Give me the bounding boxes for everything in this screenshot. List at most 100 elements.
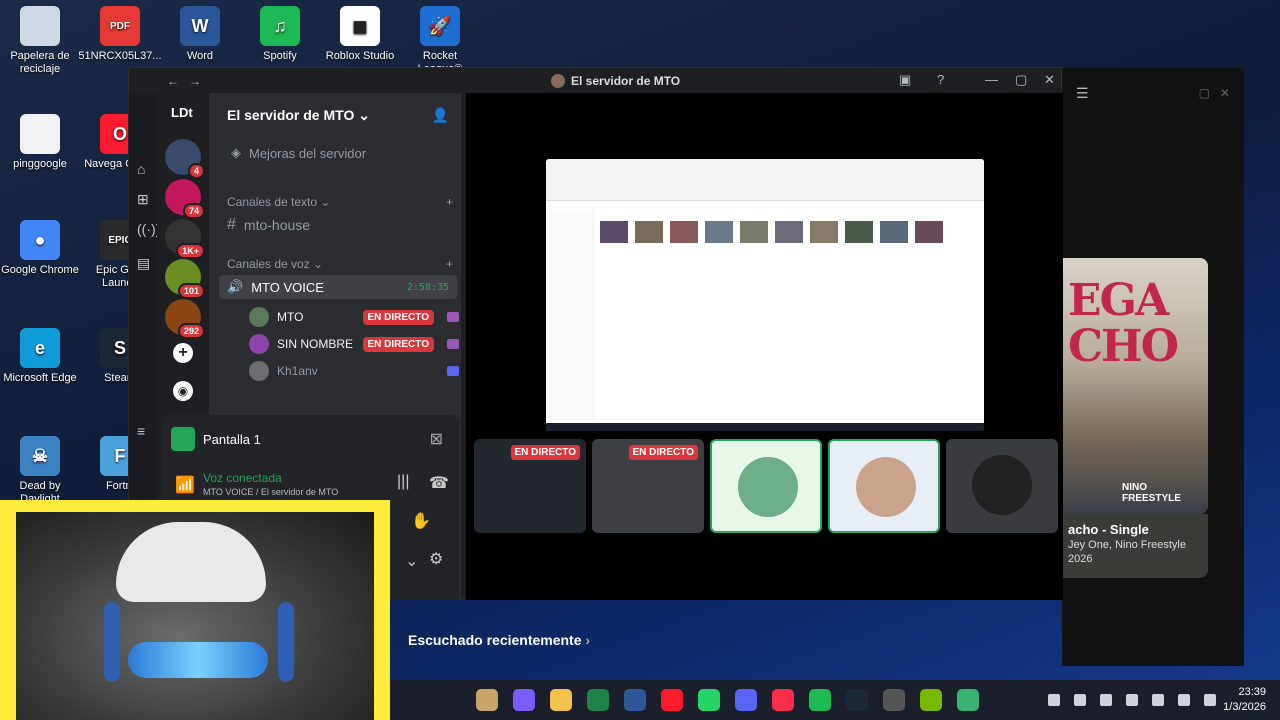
back-forward-icon[interactable]: ← → [167, 74, 201, 88]
screen-share-row[interactable]: Pantalla 1 [171, 427, 261, 451]
desktop-icon[interactable]: W Word [160, 6, 240, 63]
add-voice-channel-icon[interactable]: + [446, 257, 453, 271]
server-icon[interactable]: 101 [165, 259, 205, 299]
shared-screen[interactable] [546, 159, 984, 431]
song-year: 2026 [1068, 553, 1093, 565]
list-icon[interactable]: ≡ [137, 423, 145, 439]
server-icon[interactable]: 74 [165, 179, 205, 219]
grid-icon[interactable]: ⊞ [137, 191, 149, 208]
battery-icon[interactable] [1204, 694, 1216, 706]
add-channel-icon[interactable]: + [446, 195, 453, 209]
mic-icon[interactable] [1126, 694, 1138, 706]
discord-icon[interactable] [735, 689, 757, 711]
chevron-down-icon[interactable]: ⌄ [405, 551, 418, 571]
channel-mto-house[interactable]: # mto-house [227, 216, 465, 234]
spotify-icon[interactable] [809, 689, 831, 711]
voice-category-label: Canales de voz [227, 257, 310, 271]
minimize-button[interactable]: — [985, 72, 998, 87]
file-thumbnail [635, 221, 663, 243]
stop-share-icon[interactable]: ⊠ [430, 429, 443, 449]
app-icon[interactable] [883, 689, 905, 711]
invite-user-icon[interactable]: 👤 [432, 107, 449, 124]
voice-status[interactable]: Voz conectada MTO VOICE / El servidor de… [203, 471, 338, 497]
copilot-icon[interactable] [513, 689, 535, 711]
channel-label: mto-house [243, 217, 311, 233]
nvidia-icon[interactable] [920, 689, 942, 711]
song-title[interactable]: acho - Single [1068, 522, 1202, 537]
desktop-icon[interactable]: 🚀Rocket League® [400, 6, 480, 76]
file-thumbnail [740, 221, 768, 243]
desktop-icon[interactable]: pinggoogle [0, 114, 80, 171]
voice-timer: 2:58:35 [406, 281, 449, 293]
display-icon[interactable] [1152, 694, 1164, 706]
voice-user-row[interactable]: MTO EN DIRECTO [249, 307, 459, 327]
file-thumbnail [845, 221, 873, 243]
window-controls[interactable]: ▢ ✕ [1199, 86, 1230, 100]
notification-badge: 4 [187, 163, 205, 179]
desktop-icon[interactable]: PDF 51NRCX05L37... [78, 6, 162, 63]
stream-icon [447, 339, 459, 349]
server-icon[interactable]: 4 [165, 139, 205, 179]
desktop-icon[interactable]: ● Google Chrome [0, 220, 80, 277]
voice-user-row[interactable]: Kh1anv [249, 361, 459, 381]
speaker-icon: 🔊 [227, 279, 244, 294]
desktop-icon[interactable]: Papelera de reciclaje [0, 6, 80, 76]
sync-icon[interactable] [1074, 694, 1086, 706]
taskbar-clock[interactable]: 23:39 1/3/2026 [1223, 685, 1266, 715]
desktop-icon[interactable]: e Microsoft Edge [0, 328, 80, 385]
stream-tile[interactable] [946, 439, 1058, 533]
stream-tile[interactable] [710, 439, 822, 533]
excel-icon[interactable] [587, 689, 609, 711]
close-button[interactable]: ✕ [1044, 72, 1055, 88]
help-icon[interactable]: ? [937, 72, 944, 87]
network-icon[interactable] [1100, 694, 1112, 706]
stream-tile[interactable]: EN DIRECTO [474, 439, 586, 533]
settings-icon[interactable]: ⚙ [429, 549, 443, 569]
chevron-up-icon[interactable] [1048, 694, 1060, 706]
desktop-icon-label: Roblox Studio [325, 50, 395, 62]
discover-icon[interactable]: ◉ [173, 381, 193, 401]
text-file-icon [20, 114, 60, 154]
file-thumbnail [810, 221, 838, 243]
file-thumbnail [915, 221, 943, 243]
noise-icon[interactable]: ||| [397, 473, 409, 491]
explorer-thumbnails [600, 221, 943, 243]
maximize-button[interactable]: ▢ [1015, 72, 1027, 88]
inbox-icon[interactable]: ▣ [899, 72, 911, 88]
album-card[interactable]: EGA CHO NINO FREESTYLE [1062, 258, 1208, 514]
soundboard-icon[interactable]: ✋ [411, 511, 431, 531]
voice-category[interactable]: Canales de voz ⌄ + [227, 257, 453, 271]
home-icon[interactable]: ⌂ [137, 161, 145, 177]
whatsapp-icon[interactable] [698, 689, 720, 711]
server-boost-row[interactable]: ◈ Mejoras del servidor [231, 145, 469, 161]
screen-panel-title: Pantalla 1 [203, 431, 261, 447]
server-header[interactable]: El servidor de MTO ⌄ 👤 [209, 93, 461, 137]
desktop-icon[interactable]: ◼ Roblox Studio [320, 6, 400, 63]
voice-user-row[interactable]: SIN NOMBRE EN DIRECTO [249, 334, 459, 354]
stream-tile[interactable] [828, 439, 940, 533]
steam-icon[interactable] [846, 689, 868, 711]
folder-icon[interactable] [550, 689, 572, 711]
text-category[interactable]: Canales de texto ⌄ + [227, 195, 453, 209]
word-icon[interactable] [624, 689, 646, 711]
desktop-icon[interactable]: ♫ Spotify [240, 6, 320, 63]
voice-channel-mto-voice[interactable]: 🔊 MTO VOICE 2:58:35 [219, 275, 457, 299]
server-icon[interactable]: 1K+ [165, 219, 205, 259]
add-server-icon[interactable]: + [173, 343, 193, 363]
wallpaper-icon[interactable] [476, 689, 498, 711]
voice-user-name: SIN NOMBRE [277, 337, 354, 351]
minecraft-icon[interactable] [957, 689, 979, 711]
server-icon[interactable]: 292 [165, 299, 205, 339]
volume-icon[interactable] [1178, 694, 1190, 706]
opera-icon[interactable] [661, 689, 683, 711]
calendar-icon[interactable]: ▤ [137, 255, 150, 272]
stream-tile[interactable]: EN DIRECTO [592, 439, 704, 533]
recently-played-heading[interactable]: Escuchado recientemente › [408, 632, 590, 648]
disconnect-icon[interactable]: ☎ [429, 473, 449, 493]
clock-date: 1/3/2026 [1223, 701, 1266, 713]
desktop-icon[interactable]: ☠ Dead by Daylight [0, 436, 80, 506]
menu-list-icon[interactable]: ☰ [1076, 85, 1089, 102]
user-tag[interactable]: LDt [171, 105, 193, 120]
song-artists[interactable]: Jey One, Nino Freestyle [1068, 539, 1202, 551]
music-icon[interactable] [772, 689, 794, 711]
